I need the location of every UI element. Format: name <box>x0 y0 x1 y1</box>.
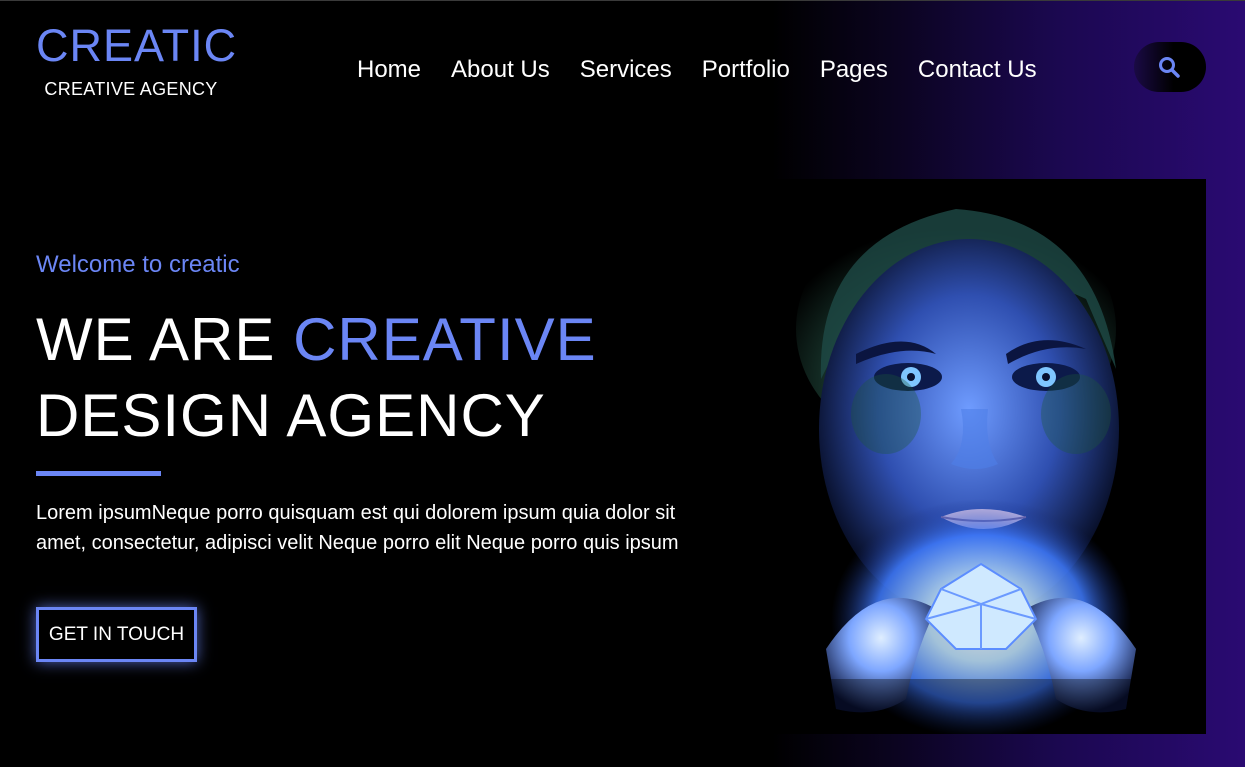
nav-home[interactable]: Home <box>357 55 421 85</box>
nav-about-us[interactable]: About Us <box>451 55 550 85</box>
main-nav: Home About Us Services Portfolio Pages C… <box>357 55 1037 85</box>
headline-underline <box>36 471 161 476</box>
logo[interactable]: CREATIC CREATIVE AGENCY <box>36 20 238 100</box>
welcome-text: Welcome to creatic <box>36 251 240 278</box>
nav-pages[interactable]: Pages <box>820 55 888 85</box>
headline-accent: CREATIVE <box>293 306 597 373</box>
hero-paragraph: Lorem ipsumNeque porro quisquam est qui … <box>36 502 679 554</box>
nav-contact-us[interactable]: Contact Us <box>918 55 1037 85</box>
search-button[interactable] <box>1134 42 1206 92</box>
logo-subtitle: CREATIVE AGENCY <box>44 79 218 99</box>
nav-portfolio[interactable]: Portfolio <box>702 55 790 85</box>
get-in-touch-button[interactable]: GET IN TOUCH <box>36 607 197 662</box>
headline-part1: WE ARE <box>36 306 294 373</box>
hero-image <box>736 179 1206 734</box>
logo-title: CREATIC <box>36 20 238 71</box>
search-icon <box>1159 57 1180 78</box>
hero-headline: WE ARE CREATIVE DESIGN AGENCY <box>36 302 597 454</box>
top-border <box>0 0 1245 1</box>
headline-line2: DESIGN AGENCY <box>36 382 546 449</box>
nav-services[interactable]: Services <box>580 55 672 85</box>
